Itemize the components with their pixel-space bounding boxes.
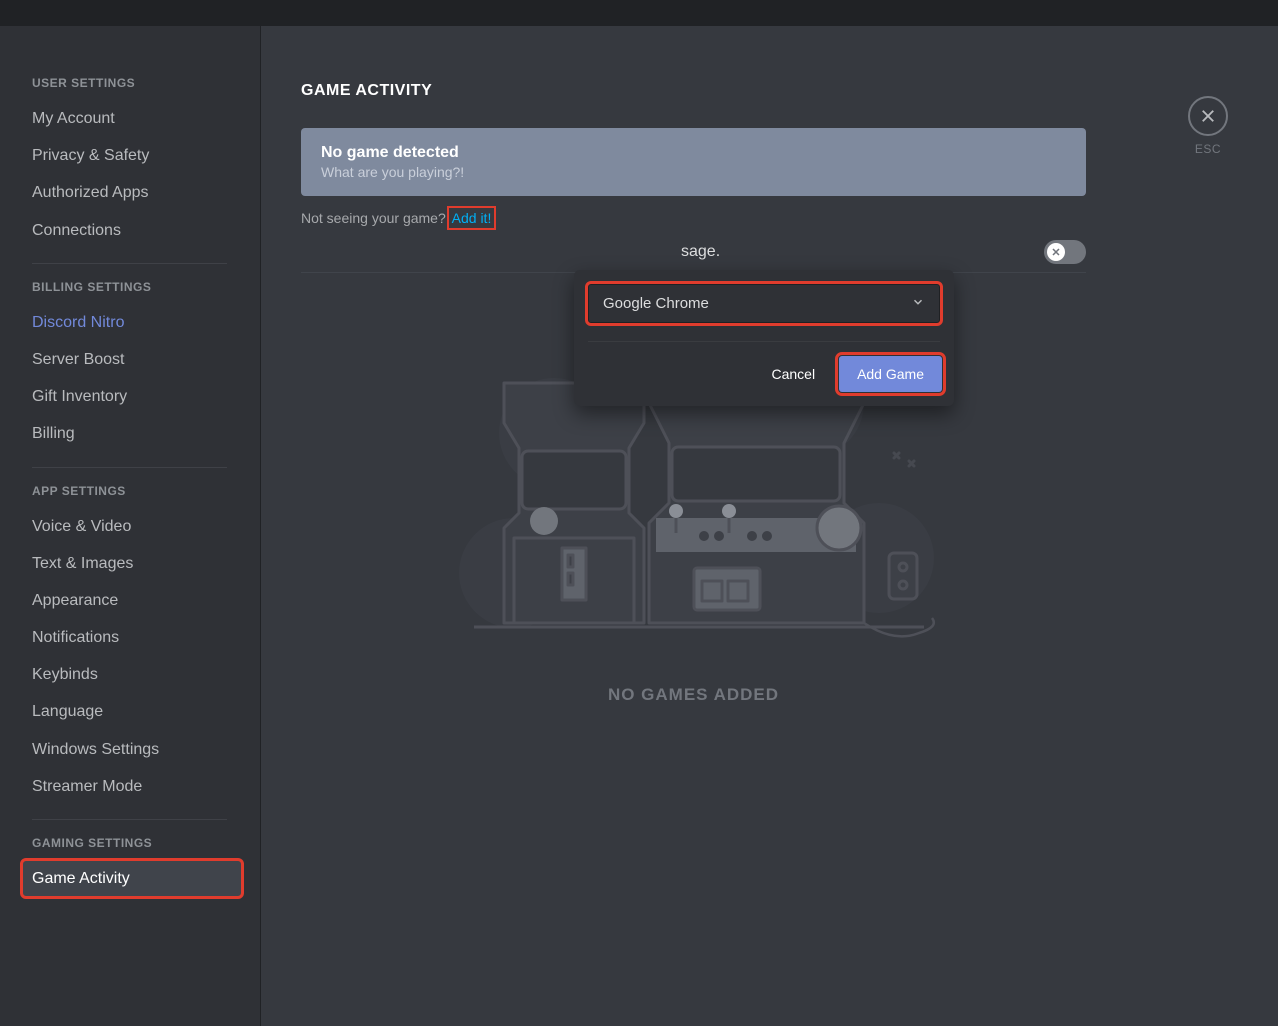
sidebar-item-appearance[interactable]: Appearance: [32, 582, 248, 619]
sidebar-item-notifications[interactable]: Notifications: [32, 619, 248, 656]
sidebar-item-windows-settings[interactable]: Windows Settings: [32, 731, 248, 768]
sidebar-divider: [32, 263, 227, 264]
settings-content: ESC GAME ACTIVITY No game detected What …: [261, 26, 1278, 1026]
no-game-banner: No game detected What are you playing?!: [301, 128, 1086, 196]
sidebar-item-streamer-mode[interactable]: Streamer Mode: [32, 768, 248, 805]
sidebar-item-discord-nitro[interactable]: Discord Nitro: [32, 304, 248, 341]
sidebar-item-gift-inventory[interactable]: Gift Inventory: [32, 378, 248, 415]
add-game-button[interactable]: Add Game: [839, 356, 942, 392]
sidebar-divider: [32, 819, 227, 820]
selected-game-label: Google Chrome: [603, 295, 709, 312]
sidebar-heading-user-settings: USER SETTINGS: [32, 76, 248, 90]
close-icon[interactable]: [1188, 96, 1228, 136]
sidebar-item-authorized-apps[interactable]: Authorized Apps: [32, 174, 248, 211]
sidebar-item-game-activity[interactable]: Game Activity: [22, 860, 242, 897]
status-message-fragment: sage.: [301, 243, 720, 261]
cancel-button[interactable]: Cancel: [765, 356, 821, 392]
status-toggle[interactable]: ✕: [1044, 240, 1086, 264]
add-game-popover: Google Chrome Cancel Add Game: [574, 270, 954, 406]
sidebar-item-my-account[interactable]: My Account: [32, 100, 248, 137]
sidebar-heading-billing-settings: BILLING SETTINGS: [32, 280, 248, 294]
banner-title: No game detected: [321, 144, 1066, 162]
sidebar-item-voice-video[interactable]: Voice & Video: [32, 508, 248, 545]
chevron-down-icon: [911, 295, 925, 312]
settings-sidebar: USER SETTINGS My Account Privacy & Safet…: [0, 26, 261, 1026]
sidebar-item-privacy-safety[interactable]: Privacy & Safety: [32, 137, 248, 174]
add-it-link[interactable]: Add it!: [450, 209, 494, 227]
sidebar-item-keybinds[interactable]: Keybinds: [32, 656, 248, 693]
banner-subtitle: What are you playing?!: [321, 164, 1066, 180]
sidebar-item-connections[interactable]: Connections: [32, 212, 248, 249]
sidebar-item-language[interactable]: Language: [32, 693, 248, 730]
hint-prefix: Not seeing your game?: [301, 210, 450, 226]
sidebar-item-server-boost[interactable]: Server Boost: [32, 341, 248, 378]
game-select-dropdown[interactable]: Google Chrome: [588, 284, 940, 323]
close-settings[interactable]: ESC: [1188, 96, 1228, 156]
sidebar-divider: [32, 467, 227, 468]
sidebar-heading-app-settings: APP SETTINGS: [32, 484, 248, 498]
close-icon: ✕: [1047, 243, 1065, 261]
no-games-added-label: NO GAMES ADDED: [301, 685, 1086, 705]
add-game-hint: Not seeing your game? Add it!: [301, 210, 1238, 226]
page-title: GAME ACTIVITY: [301, 82, 1238, 100]
sidebar-heading-gaming-settings: GAMING SETTINGS: [32, 836, 248, 850]
close-label: ESC: [1188, 142, 1228, 156]
sidebar-item-billing[interactable]: Billing: [32, 415, 248, 452]
sidebar-item-text-images[interactable]: Text & Images: [32, 545, 248, 582]
window-titlebar: [0, 0, 1278, 26]
